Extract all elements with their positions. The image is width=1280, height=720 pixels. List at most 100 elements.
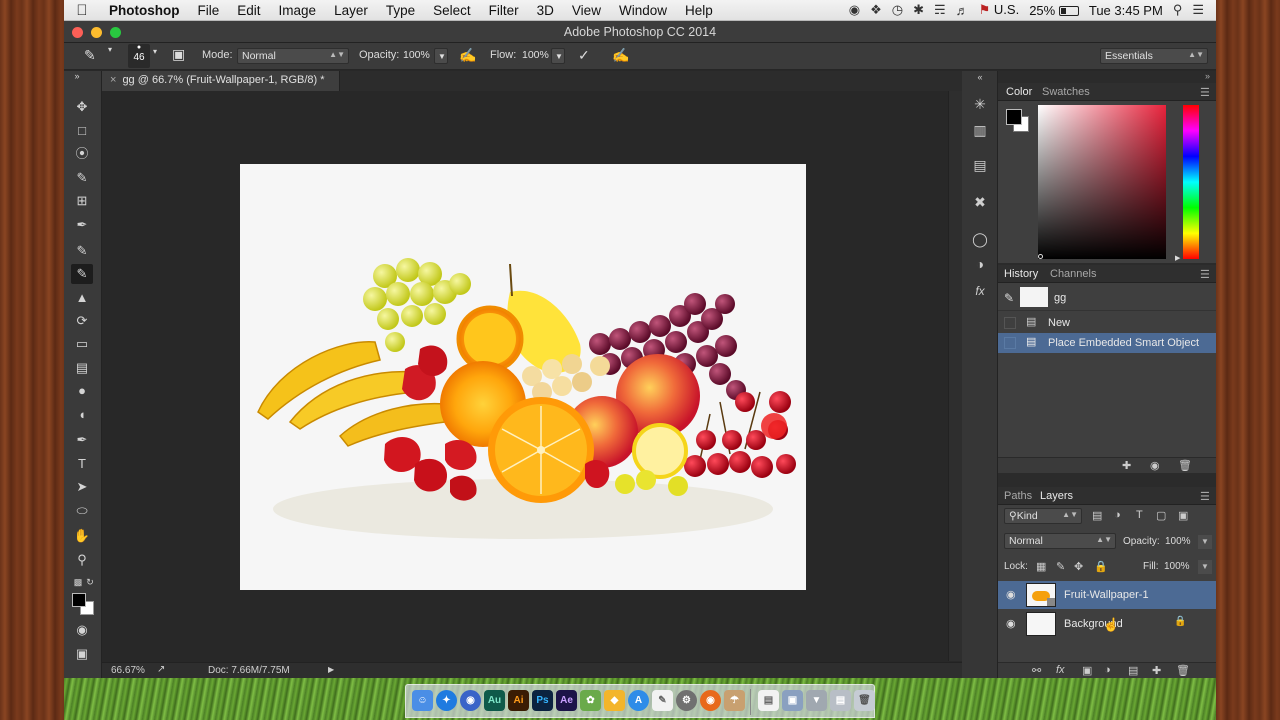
finder-icon[interactable]: ☺ — [412, 690, 433, 711]
creative-cloud-icon[interactable]: ◯ — [970, 229, 990, 249]
layer-opacity-dropdown-button[interactable]: ▼ — [1198, 535, 1212, 549]
layer-row-selected[interactable]: ◉ Fruit-Wallpaper-1 — [998, 581, 1216, 609]
zoom-level[interactable]: 66.67% — [111, 665, 145, 676]
sketch-icon[interactable]: ◆ — [604, 690, 625, 711]
layer-style-fx-icon[interactable]: fx — [1056, 664, 1065, 676]
fill-field[interactable]: 100% — [1164, 561, 1190, 572]
pen-tool-icon[interactable]: ✒ — [71, 430, 93, 450]
pressure-size-icon[interactable]: ✍ — [612, 47, 629, 64]
tab-color[interactable]: Color — [1006, 86, 1032, 98]
menu-type[interactable]: Type — [377, 3, 424, 18]
clock[interactable]: Tue 3:45 PM — [1089, 3, 1163, 18]
filter-adjustment-icon[interactable]: ◑ — [1114, 509, 1121, 521]
illustrator-icon[interactable]: Ai — [508, 690, 529, 711]
styles-fx-icon[interactable]: fx — [970, 281, 990, 301]
marquee-tool-icon[interactable]: □ — [71, 121, 93, 141]
tab-swatches[interactable]: Swatches — [1042, 86, 1090, 98]
app-icon[interactable]: ✿ — [580, 690, 601, 711]
histogram-icon[interactable]: ▥ — [970, 120, 990, 140]
folder-icon[interactable]: ▤ — [830, 690, 851, 711]
filter-smart-object-icon[interactable]: ▣ — [1178, 509, 1188, 522]
wifi-icon[interactable]: ☴ — [934, 2, 946, 18]
clone-stamp-tool-icon[interactable]: ▲ — [71, 288, 93, 308]
menu-layer[interactable]: Layer — [325, 3, 377, 18]
opacity-field[interactable]: 100% — [399, 48, 433, 64]
textedit-icon[interactable]: ✎ — [652, 690, 673, 711]
menu-app-name[interactable]: Photoshop — [100, 3, 189, 18]
filter-type-icon[interactable]: T — [1136, 509, 1143, 521]
browser-icon[interactable]: ◉ — [460, 690, 481, 711]
bluetooth-icon[interactable]: ✱ — [913, 2, 924, 18]
collapse-tools-icon[interactable]: » — [66, 71, 88, 81]
hand-tool-icon[interactable]: ✋ — [71, 526, 93, 546]
volume-icon[interactable]: ♬ — [956, 3, 969, 18]
input-source-menu[interactable]: ⚑ U.S. — [979, 2, 1020, 18]
opacity-dropdown-button[interactable]: ▼ — [434, 48, 448, 64]
menu-filter[interactable]: Filter — [480, 3, 528, 18]
notification-center-icon[interactable]: ☰ — [1192, 2, 1204, 18]
menu-image[interactable]: Image — [270, 3, 326, 18]
firefox-icon[interactable]: ◉ — [700, 690, 721, 711]
history-brush-source-icon[interactable]: ✎ — [1004, 291, 1014, 305]
brush-picker-arrow-icon[interactable]: ▾ — [153, 47, 157, 56]
new-document-from-state-icon[interactable]: ✚ — [1122, 459, 1131, 472]
delete-state-icon[interactable]: 🗑 — [1178, 459, 1192, 472]
delete-layer-icon[interactable]: 🗑 — [1176, 664, 1190, 677]
visibility-eye-icon[interactable]: ◉ — [1006, 588, 1016, 601]
flow-field[interactable]: 100% — [518, 48, 552, 64]
link-layers-icon[interactable]: ⚯ — [1032, 664, 1041, 677]
lock-image-pixels-icon[interactable]: ✎ — [1056, 560, 1065, 573]
tab-layers[interactable]: Layers — [1040, 490, 1073, 502]
history-state-checkbox[interactable] — [1004, 337, 1016, 349]
zoom-tool-icon[interactable]: ⚲ — [71, 550, 93, 570]
workspace-switcher[interactable]: Essentials ▲▼ — [1100, 48, 1208, 64]
history-state-selected[interactable]: ▤ Place Embedded Smart Object — [998, 333, 1216, 353]
history-brush-tool-icon[interactable]: ⟳ — [71, 311, 93, 331]
menu-view[interactable]: View — [563, 3, 610, 18]
swap-colors-icon[interactable]: ↻ — [79, 572, 101, 592]
quick-mask-icon[interactable]: ◉ — [71, 620, 93, 640]
filter-pixel-icon[interactable]: ▤ — [1092, 509, 1102, 522]
app-store-icon[interactable]: A — [628, 690, 649, 711]
system-preferences-icon[interactable]: ⚙ — [676, 690, 697, 711]
panel-menu-icon[interactable]: ☰ — [1200, 268, 1210, 281]
lasso-tool-icon[interactable]: ⦿ — [71, 144, 93, 164]
document-tab[interactable]: × gg @ 66.7% (Fruit-Wallpaper-1, RGB/8) * — [102, 71, 340, 91]
battery-menu[interactable]: 25% — [1029, 3, 1079, 18]
brush-tool-preset-icon[interactable]: ✎ — [84, 47, 96, 64]
blur-tool-icon[interactable]: ● — [71, 381, 93, 401]
tab-paths[interactable]: Paths — [1004, 490, 1032, 502]
flow-dropdown-button[interactable]: ▼ — [551, 48, 565, 64]
new-group-icon[interactable]: ▤ — [1128, 664, 1138, 677]
downloads-icon[interactable]: ▼ — [806, 690, 827, 711]
tab-channels[interactable]: Channels — [1050, 268, 1096, 280]
menu-window[interactable]: Window — [610, 3, 676, 18]
spotlight-search-icon[interactable]: ⚲ — [1173, 2, 1183, 18]
panel-foreground-color[interactable] — [1006, 109, 1022, 125]
blend-mode-dropdown[interactable]: Normal ▲▼ — [1004, 533, 1116, 549]
foreground-color-swatch[interactable] — [72, 593, 86, 607]
ellipse-tool-icon[interactable]: ⬭ — [71, 501, 93, 521]
new-snapshot-icon[interactable]: ◉ — [1150, 459, 1160, 472]
filter-shape-icon[interactable]: ▢ — [1156, 509, 1166, 522]
lock-all-icon[interactable]: 🔒 — [1094, 560, 1108, 573]
menu-file[interactable]: File — [189, 3, 229, 18]
adjustment-layer-icon[interactable]: ◑ — [1104, 664, 1111, 676]
panel-menu-icon[interactable]: ☰ — [1200, 490, 1210, 503]
adjustments-icon[interactable]: ◑ — [970, 254, 990, 274]
new-layer-icon[interactable]: ✚ — [1152, 664, 1161, 677]
trash-icon[interactable]: 🗑 — [854, 690, 875, 711]
status-menu-arrow-icon[interactable]: ▶ — [328, 665, 334, 674]
layer-opacity-field[interactable]: 100% — [1165, 536, 1191, 547]
quick-selection-tool-icon[interactable]: ✎ — [71, 168, 93, 188]
history-state-checkbox[interactable] — [1004, 317, 1016, 329]
gradient-tool-icon[interactable]: ▤ — [71, 358, 93, 378]
healing-brush-tool-icon[interactable]: ✎ — [71, 241, 93, 261]
document-icon[interactable]: ▤ — [758, 690, 779, 711]
dropbox-icon[interactable]: ❖ — [870, 2, 882, 18]
layer-filter-kind-dropdown[interactable]: ⚲Kind ▲▼ — [1004, 508, 1082, 524]
lock-icon[interactable]: 🔒 — [1174, 616, 1186, 627]
tool-preset-arrow-icon[interactable]: ▾ — [108, 45, 112, 54]
path-selection-tool-icon[interactable]: ➤ — [71, 477, 93, 497]
app-icon[interactable]: ☂ — [724, 690, 745, 711]
